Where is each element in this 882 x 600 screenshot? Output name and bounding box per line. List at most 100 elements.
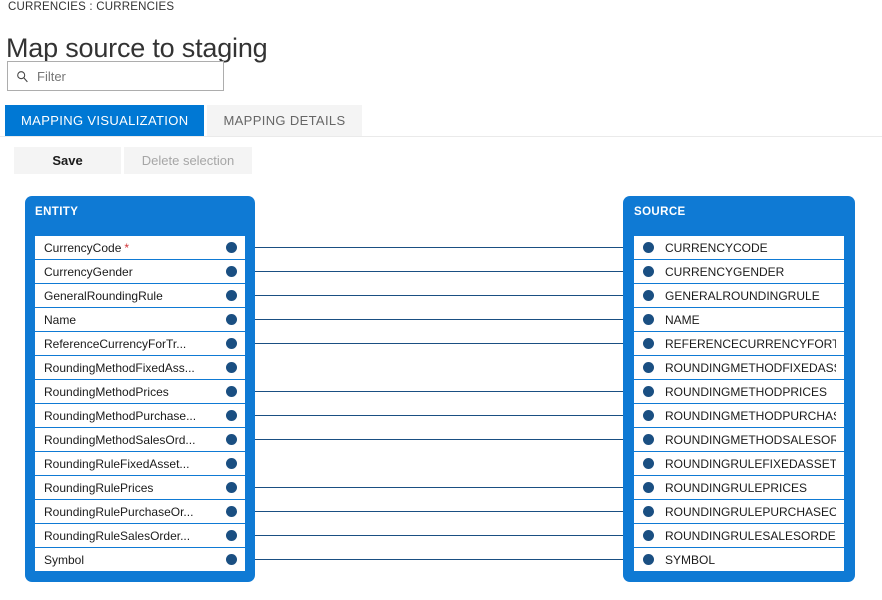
source-field-row[interactable]: CURRENCYGENDER	[634, 260, 844, 283]
entity-field-connector-dot[interactable]	[226, 482, 237, 493]
filter-box[interactable]	[7, 61, 224, 91]
entity-panel: ENTITY CurrencyCode* CurrencyGender Genera…	[25, 196, 255, 582]
source-field-connector-dot[interactable]	[643, 554, 654, 565]
entity-panel-title: ENTITY	[35, 206, 78, 218]
source-field-row[interactable]: ROUNDINGRULEFIXEDASSET...	[634, 452, 844, 475]
entity-field-row[interactable]: RoundingMethodPurchase...	[35, 404, 245, 427]
entity-field-row[interactable]: RoundingRuleSalesOrder...	[35, 524, 245, 547]
entity-field-connector-dot[interactable]	[226, 506, 237, 517]
save-button[interactable]: Save	[14, 147, 121, 174]
entity-field-connector-dot[interactable]	[226, 458, 237, 469]
source-field-row[interactable]: ROUNDINGRULEPRICES	[634, 476, 844, 499]
entity-field-connector-dot[interactable]	[226, 530, 237, 541]
entity-field-label: Name	[44, 313, 76, 327]
mapping-page: CURRENCIES : CURRENCIES Map source to st…	[0, 0, 882, 600]
source-field-row[interactable]: REFERENCECURRENCYFORTR...	[634, 332, 844, 355]
source-field-list: CURRENCYCODE CURRENCYGENDER GENERALROUNDIN…	[634, 236, 844, 571]
source-field-label: ROUNDINGRULEPURCHASEOR...	[665, 505, 836, 519]
entity-field-connector-dot[interactable]	[226, 362, 237, 373]
source-field-connector-dot[interactable]	[643, 434, 654, 445]
entity-field-connector-dot[interactable]	[226, 554, 237, 565]
source-field-label: NAME	[665, 313, 700, 327]
source-field-row[interactable]: ROUNDINGMETHODFIXEDASS...	[634, 356, 844, 379]
tab-divider	[0, 136, 882, 137]
source-field-label: CURRENCYGENDER	[665, 265, 784, 279]
source-field-label: ROUNDINGRULEPRICES	[665, 481, 807, 495]
entity-field-row[interactable]: RoundingRuleFixedAsset...	[35, 452, 245, 475]
source-field-row[interactable]: ROUNDINGMETHODPURCHASE...	[634, 404, 844, 427]
entity-field-connector-dot[interactable]	[226, 266, 237, 277]
source-field-row[interactable]: SYMBOL	[634, 548, 844, 571]
entity-field-label: RoundingRuleSalesOrder...	[44, 529, 190, 543]
entity-field-label: RoundingMethodPurchase...	[44, 409, 196, 423]
source-field-connector-dot[interactable]	[643, 482, 654, 493]
source-field-connector-dot[interactable]	[643, 506, 654, 517]
source-field-label: ROUNDINGMETHODPRICES	[665, 385, 827, 399]
entity-field-label: RoundingMethodSalesOrd...	[44, 433, 195, 447]
source-field-connector-dot[interactable]	[643, 314, 654, 325]
entity-field-row[interactable]: RoundingMethodFixedAss...	[35, 356, 245, 379]
source-field-connector-dot[interactable]	[643, 362, 654, 373]
entity-field-connector-dot[interactable]	[226, 434, 237, 445]
entity-field-label: RoundingMethodPrices	[44, 385, 169, 399]
tab-mapping-visualization[interactable]: MAPPING VISUALIZATION	[5, 105, 204, 136]
source-field-connector-dot[interactable]	[643, 242, 654, 253]
entity-field-connector-dot[interactable]	[226, 290, 237, 301]
breadcrumb: CURRENCIES : CURRENCIES	[8, 1, 174, 13]
tab-label: MAPPING VISUALIZATION	[21, 113, 188, 128]
source-field-label: ROUNDINGMETHODFIXEDASS...	[665, 361, 836, 375]
filter-input[interactable]	[37, 69, 215, 84]
entity-field-row[interactable]: RoundingMethodSalesOrd...	[35, 428, 245, 451]
source-field-row[interactable]: CURRENCYCODE	[634, 236, 844, 259]
source-field-row[interactable]: ROUNDINGMETHODPRICES	[634, 380, 844, 403]
source-field-label: SYMBOL	[665, 553, 715, 567]
entity-field-row[interactable]: RoundingRulePrices	[35, 476, 245, 499]
entity-field-row[interactable]: RoundingMethodPrices	[35, 380, 245, 403]
source-panel-title: SOURCE	[634, 206, 686, 218]
entity-field-label: CurrencyGender	[44, 265, 133, 279]
entity-field-row[interactable]: RoundingRulePurchaseOr...	[35, 500, 245, 523]
delete-selection-button[interactable]: Delete selection	[124, 147, 252, 174]
entity-field-connector-dot[interactable]	[226, 386, 237, 397]
entity-field-label: CurrencyCode*	[44, 241, 129, 255]
source-field-connector-dot[interactable]	[643, 338, 654, 349]
entity-field-row[interactable]: GeneralRoundingRule	[35, 284, 245, 307]
source-field-label: GENERALROUNDINGRULE	[665, 289, 820, 303]
search-icon	[16, 70, 29, 83]
source-field-row[interactable]: GENERALROUNDINGRULE	[634, 284, 844, 307]
source-field-connector-dot[interactable]	[643, 386, 654, 397]
entity-field-connector-dot[interactable]	[226, 242, 237, 253]
source-field-row[interactable]: ROUNDINGRULEPURCHASEOR...	[634, 500, 844, 523]
entity-field-connector-dot[interactable]	[226, 314, 237, 325]
entity-field-row[interactable]: ReferenceCurrencyForTr...	[35, 332, 245, 355]
entity-field-label: RoundingRulePurchaseOr...	[44, 505, 193, 519]
source-field-label: ROUNDINGRULEFIXEDASSET...	[665, 457, 836, 471]
entity-field-row[interactable]: Symbol	[35, 548, 245, 571]
tab-label: MAPPING DETAILS	[223, 113, 345, 128]
source-field-label: ROUNDINGRULESALESORDER...	[665, 529, 836, 543]
source-field-row[interactable]: ROUNDINGMETHODSALESORD...	[634, 428, 844, 451]
entity-field-label: RoundingMethodFixedAss...	[44, 361, 195, 375]
entity-field-label: RoundingRulePrices	[44, 481, 153, 495]
source-field-row[interactable]: NAME	[634, 308, 844, 331]
source-field-label: ROUNDINGMETHODPURCHASE...	[665, 409, 836, 423]
entity-field-connector-dot[interactable]	[226, 410, 237, 421]
toolbar: Save Delete selection	[14, 147, 252, 174]
source-field-connector-dot[interactable]	[643, 290, 654, 301]
source-field-connector-dot[interactable]	[643, 530, 654, 541]
source-field-connector-dot[interactable]	[643, 266, 654, 277]
tab-mapping-details[interactable]: MAPPING DETAILS	[207, 105, 361, 136]
entity-field-row[interactable]: CurrencyCode*	[35, 236, 245, 259]
entity-field-row[interactable]: Name	[35, 308, 245, 331]
source-field-row[interactable]: ROUNDINGRULESALESORDER...	[634, 524, 844, 547]
source-field-connector-dot[interactable]	[643, 458, 654, 469]
required-asterisk: *	[124, 241, 129, 255]
page-title: Map source to staging	[6, 33, 267, 64]
source-field-connector-dot[interactable]	[643, 410, 654, 421]
entity-field-label: RoundingRuleFixedAsset...	[44, 457, 189, 471]
tabstrip: MAPPING VISUALIZATION MAPPING DETAILS	[5, 105, 362, 136]
entity-field-label: Symbol	[44, 553, 84, 567]
entity-field-row[interactable]: CurrencyGender	[35, 260, 245, 283]
source-panel: SOURCE CURRENCYCODE CURRENCYGENDER GENERAL…	[623, 196, 855, 582]
entity-field-connector-dot[interactable]	[226, 338, 237, 349]
